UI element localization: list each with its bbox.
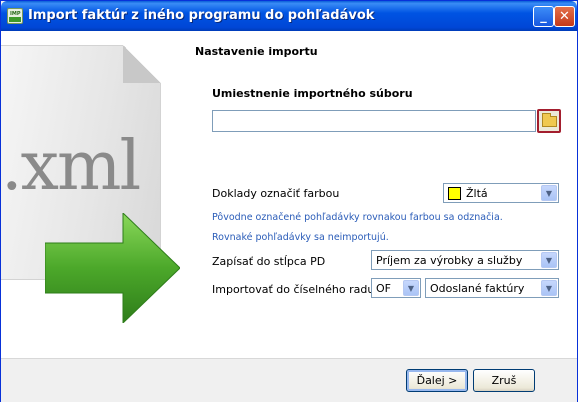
import-dialog: IMP Import faktúr z iného programu do po… (0, 0, 578, 402)
browse-button[interactable] (537, 109, 561, 133)
document-fold (123, 45, 161, 83)
series-code-select[interactable]: OF ▼ (371, 278, 421, 298)
title-bar[interactable]: IMP Import faktúr z iného programu do po… (1, 1, 577, 31)
note-unmark: Pôvodne označené pohľadávky rovnakou far… (212, 212, 503, 223)
window-title: Import faktúr z iného programu do pohľad… (28, 8, 375, 23)
button-bar: Ďalej > Zruš (1, 358, 577, 402)
chevron-down-icon[interactable]: ▼ (541, 252, 557, 268)
green-arrow-icon (45, 213, 180, 323)
series-name-select[interactable]: Odoslané faktúry ▼ (425, 278, 559, 298)
file-location-label: Umiestnenie importného súboru (212, 87, 413, 100)
dialog-content: .xml Nastavenie importu Umiestnenie impo… (1, 31, 577, 358)
chevron-down-icon[interactable]: ▼ (541, 185, 557, 201)
next-button[interactable]: Ďalej > (406, 369, 468, 392)
color-select-value: Žltá (466, 187, 488, 200)
series-name-value: Odoslané faktúry (430, 282, 525, 295)
section-title: Nastavenie importu (195, 45, 318, 58)
series-label: Importovať do číselného radu (212, 283, 375, 296)
column-select[interactable]: Príjem za výrobky a služby ▼ (371, 250, 559, 270)
file-path-input[interactable] (212, 110, 536, 132)
chevron-down-icon[interactable]: ▼ (541, 280, 557, 296)
app-icon: IMP (7, 8, 23, 24)
xml-label: .xml (1, 127, 141, 206)
note-duplicates: Rovnaké pohľadávky sa neimportujú. (212, 232, 389, 243)
color-select[interactable]: Žltá ▼ (443, 183, 559, 203)
series-code-value: OF (376, 282, 391, 295)
folder-icon (542, 113, 557, 127)
column-label: Zapísať do stĺpca PD (212, 255, 326, 268)
close-button[interactable]: ✕ (554, 6, 575, 27)
mark-color-label: Doklady označiť farbou (212, 187, 340, 200)
color-swatch (448, 187, 461, 200)
cancel-button[interactable]: Zruš (473, 369, 535, 392)
xml-import-illustration: .xml (1, 31, 186, 358)
chevron-down-icon[interactable]: ▼ (403, 280, 419, 296)
minimize-button[interactable]: _ (533, 6, 554, 27)
column-select-value: Príjem za výrobky a služby (376, 254, 523, 267)
